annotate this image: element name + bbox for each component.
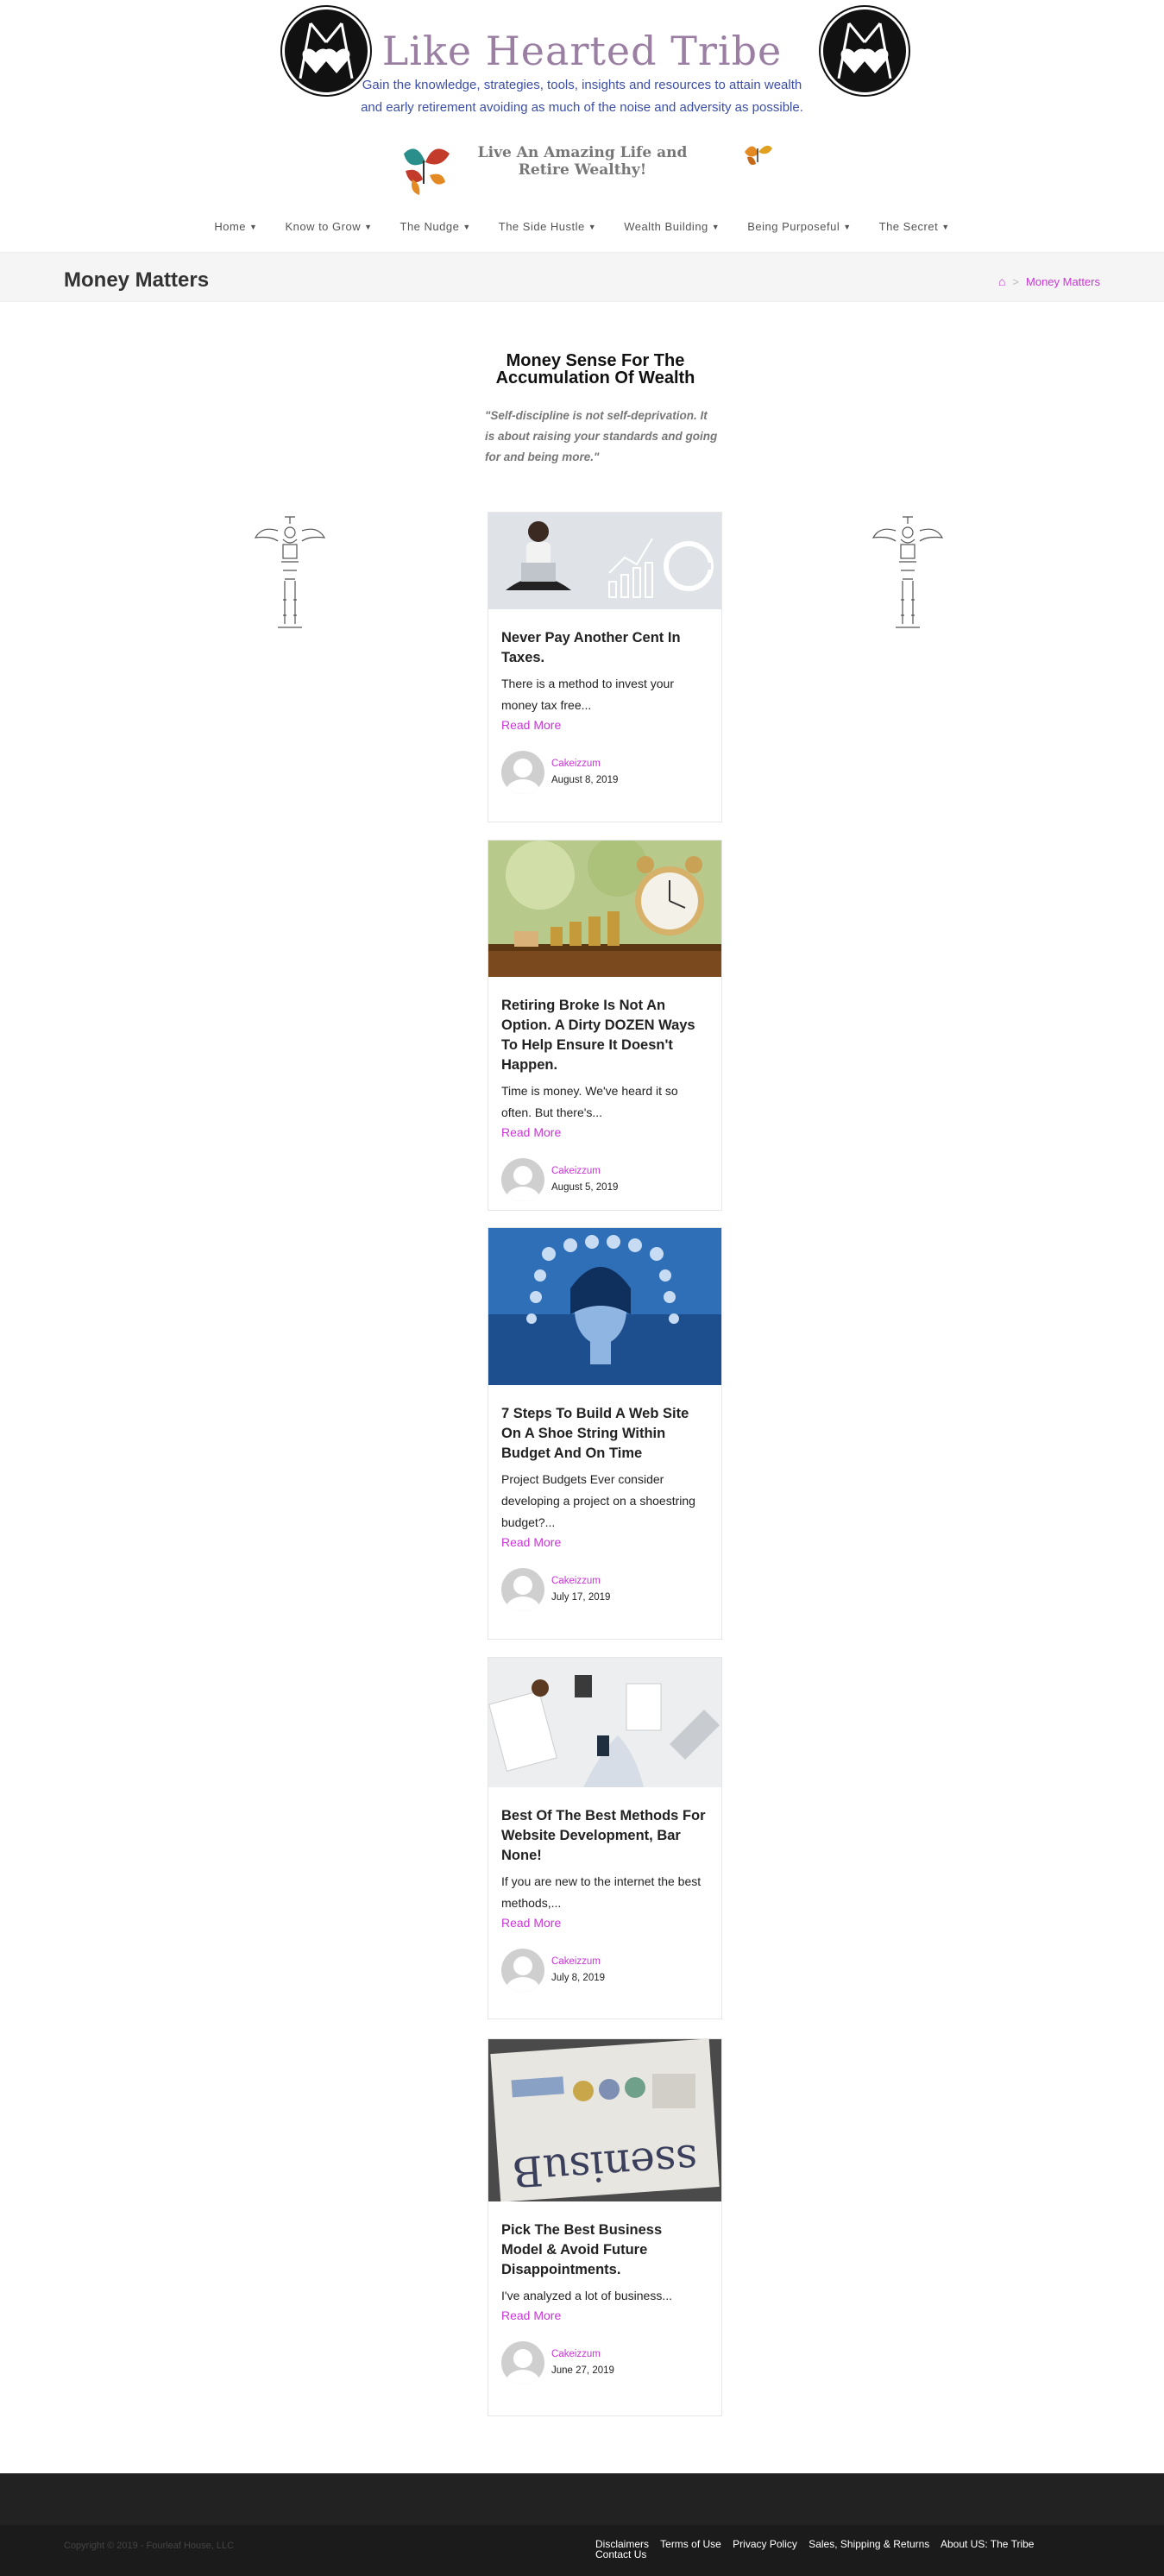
post-author[interactable]: Cakeizzum [551, 756, 618, 772]
nav-label: The Nudge [400, 220, 460, 233]
post-date: July 17, 2019 [551, 1592, 611, 1603]
post-date: August 8, 2019 [551, 775, 619, 785]
post-meta: Cakeizzum August 5, 2019 [501, 1158, 706, 1201]
copyright: Copyright © 2019 - Fourleaf House, LLC [64, 2541, 235, 2551]
chevron-down-icon: ▼ [711, 222, 720, 231]
post-excerpt: Time is money. We've heard it so often. … [501, 1084, 678, 1119]
post-author[interactable]: Cakeizzum [551, 1573, 610, 1589]
avatar [501, 2341, 544, 2384]
nav-item-home[interactable]: Home ▼ [200, 220, 271, 233]
nav-label: Being Purposeful [747, 220, 840, 233]
read-more-link[interactable]: Read More [501, 1125, 706, 1139]
post-card: 7 Steps To Build A Web Site On A Shoe St… [488, 1227, 722, 1640]
post-card: ssenisuB Pick The Best Business Model & … [488, 2038, 722, 2416]
post-date: July 8, 2019 [551, 1973, 606, 1983]
post-title[interactable]: 7 Steps To Build A Web Site On A Shoe St… [501, 1404, 706, 1464]
tagline-line: and early retirement avoiding as much of… [361, 100, 803, 115]
site-header: Like Hearted Tribe Gain the knowledge, s… [0, 0, 1164, 250]
avatar [501, 751, 544, 794]
sub-tagline: Live An Amazing Life and Retire Wealthy! [477, 144, 688, 179]
nav-item-know-to-grow[interactable]: Know to Grow ▼ [271, 220, 386, 233]
footer-widgets [0, 2473, 1164, 2525]
chevron-down-icon: ▼ [249, 222, 258, 231]
avatar [501, 1568, 544, 1611]
nav-item-being-purposeful[interactable]: Being Purposeful ▼ [733, 220, 865, 233]
breadcrumb-separator: > [1012, 274, 1020, 288]
breadcrumb-current[interactable]: Money Matters [1026, 275, 1100, 288]
post-title[interactable]: Best Of The Best Methods For Website Dev… [501, 1806, 706, 1866]
nav-item-wealth-building[interactable]: Wealth Building ▼ [610, 220, 733, 233]
post-image-newspaper[interactable]: ssenisuB [488, 2039, 721, 2201]
intro-quote: "Self-discipline is not self-deprivation… [485, 409, 718, 463]
footer-link-terms[interactable]: Terms of Use [660, 2538, 721, 2550]
avatar [501, 1949, 544, 1992]
post-excerpt: There is a method to invest your money t… [501, 677, 674, 712]
main-nav: Home ▼ Know to Grow ▼ The Nudge ▼ The Side … [0, 220, 1164, 233]
post-card: Retiring Broke Is Not An Option. A Dirty… [488, 840, 722, 1211]
nav-item-the-secret[interactable]: The Secret ▼ [865, 220, 964, 233]
chevron-down-icon: ▼ [941, 222, 950, 231]
nav-label: The Secret [878, 220, 939, 233]
nav-item-side-hustle[interactable]: The Side Hustle ▼ [485, 220, 610, 233]
tagline-line: Gain the knowledge, strategies, tools, i… [362, 78, 802, 92]
footer-links: Disclaimers Terms of Use Privacy Policy … [595, 2539, 1079, 2560]
avatar [501, 1158, 544, 1201]
footer-link-about[interactable]: About US: The Tribe [941, 2538, 1035, 2550]
read-more-link[interactable]: Read More [501, 2308, 706, 2322]
nav-label: Know to Grow [285, 220, 362, 233]
nav-item-the-nudge[interactable]: The Nudge ▼ [387, 220, 485, 233]
post-title[interactable]: Retiring Broke Is Not An Option. A Dirty… [501, 996, 706, 1075]
post-image-desk[interactable] [488, 1658, 721, 1787]
chevron-down-icon: ▼ [588, 222, 597, 231]
post-image-alarm-clock[interactable] [488, 841, 721, 977]
footer-link-sales[interactable]: Sales, Shipping & Returns [809, 2538, 929, 2550]
post-author[interactable]: Cakeizzum [551, 1163, 618, 1179]
nav-label: Home [214, 220, 247, 233]
read-more-link[interactable]: Read More [501, 718, 706, 732]
post-title[interactable]: Pick The Best Business Model & Avoid Fut… [501, 2220, 706, 2280]
post-excerpt: Project Budgets Ever consider developing… [501, 1472, 695, 1529]
read-more-link[interactable]: Read More [501, 1535, 706, 1549]
chevron-down-icon: ▼ [364, 222, 373, 231]
post-meta: Cakeizzum August 8, 2019 [501, 751, 706, 794]
post-meta: Cakeizzum July 17, 2019 [501, 1568, 706, 1611]
chevron-down-icon: ▼ [843, 222, 852, 231]
home-icon[interactable]: ⌂ [998, 274, 1005, 288]
breadcrumb: ⌂ > Money Matters [998, 274, 1100, 288]
post-date: August 5, 2019 [551, 1182, 619, 1193]
post-image-woman-laptop[interactable] [488, 513, 721, 609]
post-author[interactable]: Cakeizzum [551, 1954, 605, 1969]
butterflies-icon [395, 136, 456, 201]
post-card: Best Of The Best Methods For Website Dev… [488, 1657, 722, 2019]
post-excerpt: If you are new to the internet the best … [501, 1874, 702, 1910]
post-meta: Cakeizzum June 27, 2019 [501, 2341, 706, 2384]
site-tagline: Gain the knowledge, strategies, tools, i… [0, 74, 1164, 119]
site-title[interactable]: Like Hearted Tribe [0, 28, 1164, 74]
post-excerpt: I've analyzed a lot of business... [501, 2289, 673, 2302]
footer: Copyright © 2019 - Fourleaf House, LLC D… [0, 2525, 1164, 2576]
tribal-figure-icon [870, 513, 947, 639]
post-author[interactable]: Cakeizzum [551, 2346, 614, 2362]
footer-link-contact[interactable]: Contact Us [595, 2548, 646, 2560]
post-meta: Cakeizzum July 8, 2019 [501, 1949, 706, 1992]
page-title-bar: Money Matters ⌂ > Money Matters [0, 252, 1164, 302]
tribal-figure-icon [252, 513, 330, 639]
chevron-down-icon: ▼ [462, 222, 471, 231]
post-title[interactable]: Never Pay Another Cent In Taxes. [501, 628, 706, 668]
page-title: Money Matters [64, 268, 210, 292]
post-card: Never Pay Another Cent In Taxes. There i… [488, 512, 722, 822]
read-more-link[interactable]: Read More [501, 1916, 706, 1930]
nav-label: Wealth Building [624, 220, 708, 233]
nav-label: The Side Hustle [498, 220, 585, 233]
post-date: June 27, 2019 [551, 2365, 614, 2376]
post-image-woman-tech[interactable] [488, 1228, 721, 1385]
butterfly-icon [740, 136, 775, 175]
intro-title: Money Sense For The Accumulation Of Weal… [495, 351, 695, 387]
footer-link-privacy[interactable]: Privacy Policy [733, 2538, 797, 2550]
